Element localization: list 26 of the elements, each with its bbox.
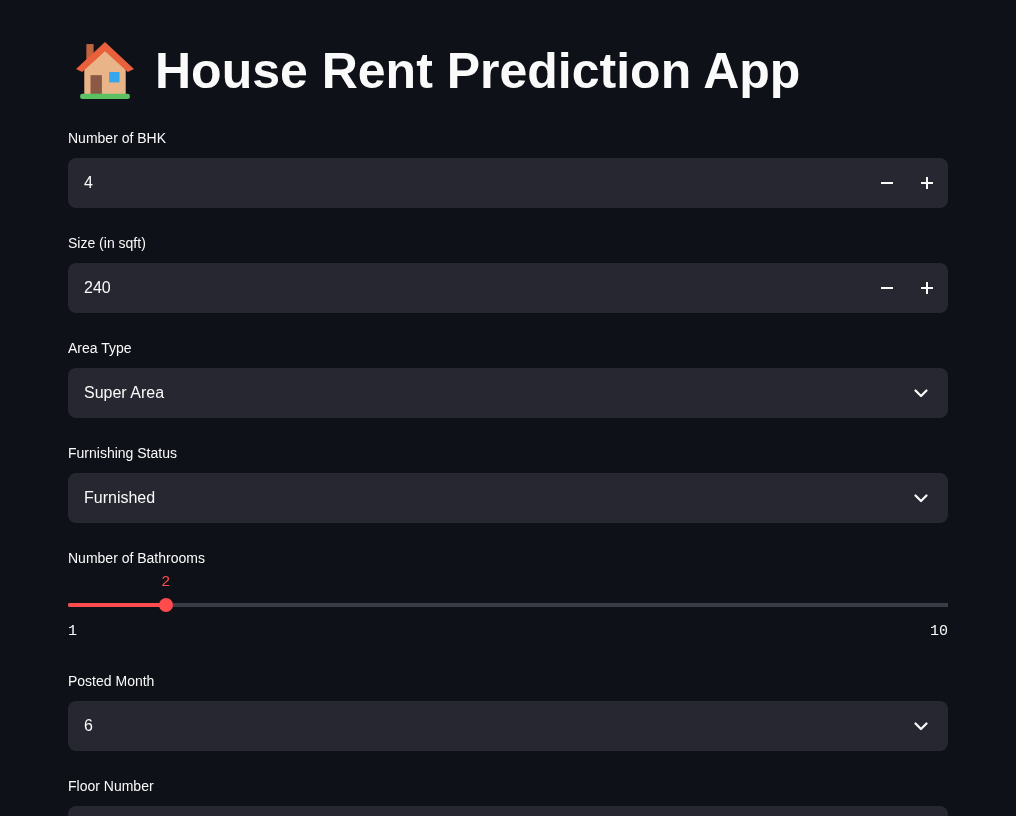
slider-thumb[interactable] bbox=[158, 598, 173, 612]
field-label: Posted Month bbox=[68, 672, 155, 691]
number-input[interactable]: 4 bbox=[68, 158, 948, 208]
page-title: House Rent Prediction App bbox=[155, 42, 801, 99]
field-label: Floor Number bbox=[68, 777, 154, 796]
chevron-down-icon bbox=[914, 493, 928, 503]
minus-icon bbox=[881, 287, 893, 289]
select-box[interactable]: 6 bbox=[68, 701, 948, 751]
slider-min-label: 1 bbox=[68, 622, 77, 642]
input-field[interactable] bbox=[68, 806, 948, 816]
field-label: Area Type bbox=[68, 339, 132, 358]
field-label: Number of BHK bbox=[68, 129, 167, 148]
field-label: Size (in sqft) bbox=[68, 234, 146, 253]
number-input[interactable]: 240 bbox=[68, 263, 948, 313]
slider-max-label: 10 bbox=[930, 622, 948, 642]
chevron-down-icon bbox=[914, 721, 928, 731]
select-box[interactable]: Super Area bbox=[68, 368, 948, 418]
slider-value: 2 bbox=[161, 573, 171, 593]
field-label: Number of Bathrooms bbox=[68, 549, 205, 568]
house-icon bbox=[76, 42, 134, 99]
plus-icon bbox=[921, 282, 933, 294]
field-label: Furnishing Status bbox=[68, 444, 177, 463]
select-box[interactable]: Furnished bbox=[68, 473, 948, 523]
plus-icon bbox=[921, 177, 933, 189]
minus-icon bbox=[881, 182, 893, 184]
chevron-down-icon bbox=[914, 388, 928, 398]
